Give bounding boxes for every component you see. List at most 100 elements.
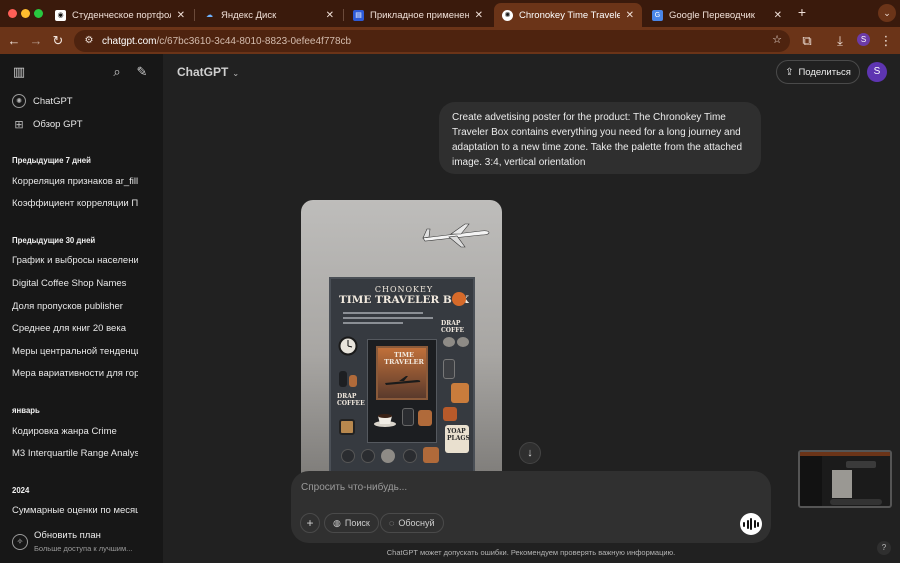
prompt-input[interactable] bbox=[301, 479, 741, 495]
screenshot-thumbnail[interactable] bbox=[798, 450, 892, 508]
scroll-to-bottom-button[interactable]: ↓ bbox=[519, 442, 541, 464]
site-info-icon[interactable]: ⚙ bbox=[82, 34, 96, 48]
browser-tab-translate[interactable]: G Google Переводчик ✕ bbox=[644, 3, 790, 27]
chat-history-item[interactable]: Мера вариативности для гор bbox=[12, 366, 138, 382]
model-selector[interactable]: ChatGPT ⌄ bbox=[177, 65, 239, 79]
close-window-button[interactable] bbox=[8, 9, 17, 18]
doc-icon: ▤ bbox=[353, 9, 364, 21]
section-heading: Предыдущие 7 дней bbox=[12, 156, 91, 165]
airplane-icon bbox=[385, 376, 421, 385]
translate-icon: G bbox=[652, 9, 663, 21]
poster-object bbox=[349, 375, 357, 387]
coffee-cup-icon bbox=[374, 414, 396, 427]
upgrade-title: Обновить план bbox=[34, 530, 101, 541]
chat-history-item[interactable]: Доля пропусков publisher bbox=[12, 299, 138, 315]
chat-history-item[interactable]: Суммарные оценки по месяц bbox=[12, 503, 138, 519]
model-name: ChatGPT bbox=[177, 65, 229, 79]
thumbnail-part bbox=[800, 456, 822, 506]
close-tab-icon[interactable]: ✕ bbox=[326, 10, 334, 21]
new-tab-button[interactable]: + bbox=[795, 4, 809, 20]
section-heading: 2024 bbox=[12, 486, 30, 495]
search-button[interactable]: ◍ Поиск bbox=[324, 513, 379, 533]
chat-history-item[interactable]: Среднее для книг 20 века bbox=[12, 321, 138, 337]
toggle-sidebar-icon[interactable]: ▥ bbox=[11, 64, 27, 80]
tab-title: Chronokey Time Traveler Box bbox=[519, 9, 620, 21]
tab-title: Студенческое портфолио / ... bbox=[72, 9, 171, 21]
bookmark-star-icon[interactable]: ☆ bbox=[772, 33, 782, 46]
url-host: chatgpt.com bbox=[102, 35, 157, 47]
minimize-window-button[interactable] bbox=[21, 9, 30, 18]
forward-icon[interactable]: → bbox=[27, 32, 45, 50]
tab-title: Google Переводчик bbox=[669, 9, 755, 21]
upgrade-plan-button[interactable]: ✧ Обновить план Больше доступа к лучшим.… bbox=[12, 528, 157, 558]
extensions-icon[interactable]: ⧉ bbox=[798, 32, 816, 50]
search-icon[interactable]: ⌕ bbox=[109, 64, 125, 80]
generated-image[interactable]: CHONOKEY TIME TRAVELER BOX DRAP COFFE TI… bbox=[301, 200, 502, 480]
sidebar-item-explore-gpts[interactable]: ⊞ Обзор GPT bbox=[12, 116, 83, 132]
poster-label: YOAP PLAGS bbox=[447, 428, 470, 442]
back-icon[interactable]: ← bbox=[5, 32, 23, 50]
chat-history-item[interactable]: Коэффициент корреляции Пи bbox=[12, 196, 138, 212]
browser-tab-applied[interactable]: ▤ Прикладное применение ге... ✕ bbox=[345, 3, 491, 27]
reason-button[interactable]: ◌ Обоснуй bbox=[380, 513, 444, 533]
poster-object bbox=[423, 447, 439, 463]
poster-object bbox=[341, 449, 355, 463]
poster-object bbox=[443, 407, 457, 421]
voice-mode-button[interactable] bbox=[740, 513, 762, 535]
close-tab-icon[interactable]: ✕ bbox=[774, 10, 782, 21]
tab-search-button[interactable]: ⌄ bbox=[878, 4, 896, 22]
chat-history-item[interactable]: Меры центральной тенденци bbox=[12, 344, 138, 360]
poster: CHONOKEY TIME TRAVELER BOX DRAP COFFE TI… bbox=[329, 277, 475, 480]
chat-history-item[interactable]: M3 Interquartile Range Analysis bbox=[12, 446, 138, 462]
thumbnail-part bbox=[830, 499, 882, 505]
chevron-down-icon: ⌄ bbox=[232, 69, 240, 78]
browser-profile-avatar[interactable]: S bbox=[857, 33, 870, 46]
browser-tab-portfolio[interactable]: ◉ Студенческое портфолио / ... ✕ bbox=[47, 3, 193, 27]
reload-icon[interactable]: ↻ bbox=[49, 32, 67, 50]
poster-text-line bbox=[343, 317, 433, 319]
attach-button[interactable]: + bbox=[300, 513, 320, 533]
browser-tabstrip: ◉ Студенческое портфолио / ... ✕ ☁ Яндек… bbox=[0, 0, 900, 27]
chat-history-item[interactable]: Digital Coffee Shop Names bbox=[12, 276, 138, 292]
browser-tab-yandex-disk[interactable]: ☁ Яндекс Диск ✕ bbox=[196, 3, 342, 27]
poster-label: DRAP COFFE bbox=[441, 320, 465, 334]
share-button[interactable]: ⇪ Поделиться bbox=[776, 60, 860, 84]
help-button[interactable]: ? bbox=[877, 541, 891, 555]
composer: + ◍ Поиск ◌ Обоснуй bbox=[291, 471, 771, 543]
avatar[interactable]: S bbox=[867, 62, 887, 82]
upgrade-icon: ✧ bbox=[12, 534, 28, 550]
tab-title: Прикладное применение ге... bbox=[370, 9, 469, 21]
download-icon[interactable]: ⤓ bbox=[831, 32, 849, 50]
browser-menu-icon[interactable]: ⋮ bbox=[877, 32, 895, 50]
close-tab-icon[interactable]: ✕ bbox=[475, 10, 483, 21]
poster-label: DRAP COFFEE bbox=[337, 393, 365, 407]
poster-object bbox=[418, 410, 432, 426]
section-heading: Предыдущие 30 дней bbox=[12, 236, 96, 245]
upgrade-subtitle: Больше доступа к лучшим... bbox=[34, 544, 133, 553]
chat-history-item[interactable]: Кодировка жанра Crime bbox=[12, 424, 138, 440]
poster-object bbox=[361, 449, 375, 463]
yandex-disk-icon: ☁ bbox=[204, 9, 215, 21]
zoom-window-button[interactable] bbox=[34, 9, 43, 18]
poster-box: TIME TRAVELER bbox=[367, 339, 437, 443]
sidebar-item-chatgpt[interactable]: ✺ ChatGPT bbox=[12, 93, 73, 109]
chat-main: ChatGPT ⌄ ⇪ Поделиться S Create advetisin… bbox=[163, 54, 900, 563]
address-bar[interactable]: ⚙ chatgpt.com/c/67bc3610-3c44-8010-8823-… bbox=[74, 30, 790, 52]
chatgpt-icon: ✺ bbox=[502, 9, 513, 21]
browser-tab-chatgpt[interactable]: ✺ Chronokey Time Traveler Box ✕ bbox=[494, 3, 642, 27]
poster-text-line bbox=[343, 322, 403, 324]
poster-object bbox=[443, 337, 455, 347]
new-chat-icon[interactable]: ✎ bbox=[134, 64, 150, 80]
chat-history-item[interactable]: График и выбросы населения bbox=[12, 253, 138, 269]
voice-bar bbox=[746, 519, 749, 529]
close-tab-icon[interactable]: ✕ bbox=[177, 10, 185, 21]
reason-label: Обоснуй bbox=[398, 518, 435, 528]
grid-icon: ⊞ bbox=[14, 118, 24, 131]
poster-inner-picture: TIME TRAVELER bbox=[376, 346, 428, 400]
share-label: Поделиться bbox=[798, 66, 851, 78]
poster-object bbox=[339, 371, 347, 387]
sidebar-item-label: Обзор GPT bbox=[33, 118, 83, 130]
chat-history-item[interactable]: Корреляция признаков ar_fill bbox=[12, 174, 138, 190]
close-tab-icon[interactable]: ✕ bbox=[626, 10, 634, 21]
tab-title: Яндекс Диск bbox=[221, 9, 277, 21]
